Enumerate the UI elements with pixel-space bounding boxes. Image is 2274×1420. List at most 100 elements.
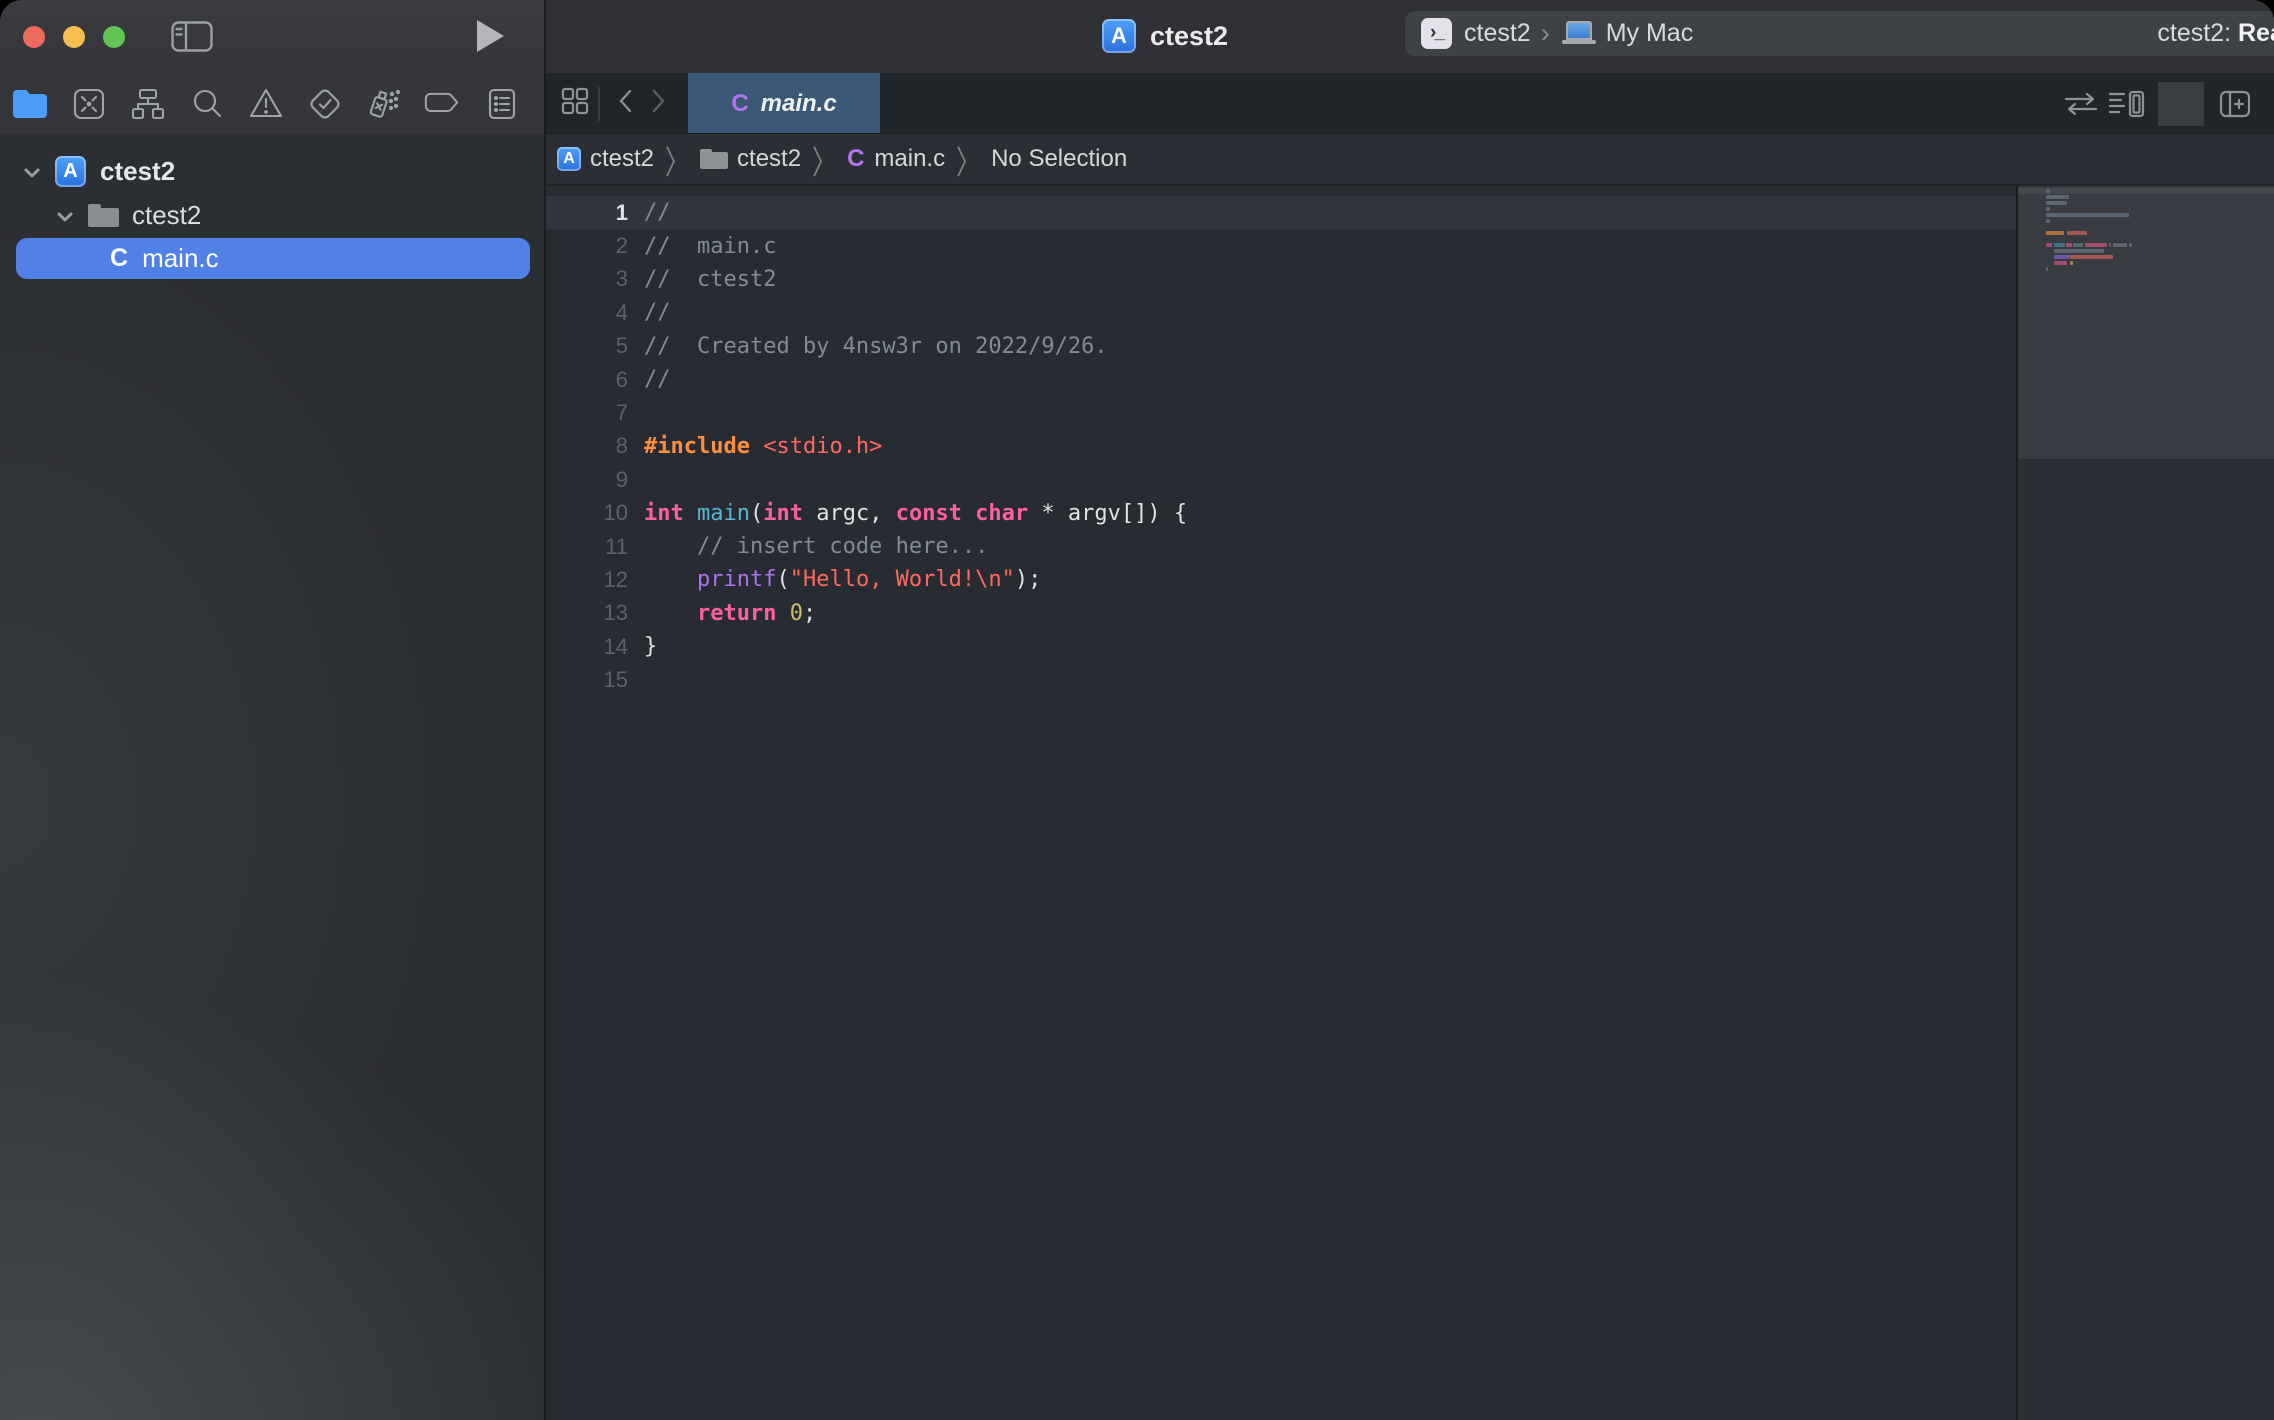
code-text: printf("Hello, World!\n"); [644, 567, 1041, 592]
code-line-1[interactable]: 1 // [546, 196, 2016, 229]
editor-options-icon[interactable] [2104, 82, 2150, 126]
code-text: return 0; [644, 601, 816, 626]
issue-navigator-icon[interactable] [236, 82, 295, 126]
chevron-right-icon: › [1541, 18, 1550, 49]
c-file-icon: C [110, 244, 128, 273]
line-number[interactable]: 8 [546, 433, 628, 459]
line-number[interactable]: 10 [546, 500, 628, 526]
jumpbar-selection[interactable]: No Selection [991, 145, 1127, 173]
scheme-selector[interactable]: ctest2 [1464, 19, 1531, 48]
line-number[interactable]: 12 [546, 567, 628, 593]
scheme-and-status-bar: ›_ ctest2 › My Mac ctest2: Ready | Today… [1405, 11, 2274, 56]
code-line-2[interactable]: 2 // main.c [546, 229, 2016, 262]
chevron-down-icon[interactable] [55, 200, 75, 231]
code-line-14[interactable]: 14} [546, 630, 2016, 663]
line-number[interactable]: 9 [546, 467, 628, 493]
project-app-icon: A [1102, 19, 1136, 53]
project-navigator-icon[interactable] [0, 82, 59, 126]
forward-icon[interactable] [642, 88, 676, 119]
line-number[interactable]: 6 [546, 367, 628, 393]
jumpbar-group[interactable]: ctest2 [737, 145, 801, 173]
code-text: // insert code here... [644, 534, 988, 559]
code-review-icon[interactable] [2058, 82, 2104, 126]
code-lines: 1 // 2 // main.c 3 // ctest2 4 // 5// Created by… [546, 196, 2016, 697]
code-line-8[interactable]: 8 #include <stdio.h> [546, 430, 2016, 463]
status-state: Ready [2238, 19, 2274, 47]
divider [2158, 82, 2204, 126]
jumpbar-file[interactable]: main.c [874, 145, 945, 173]
code-line-3[interactable]: 3 // ctest2 [546, 263, 2016, 296]
line-number[interactable]: 11 [546, 534, 628, 560]
code-line-5[interactable]: 5// Created by 4nsw3r on 2022/9/26. [546, 330, 2016, 363]
line-number[interactable]: 1 [546, 200, 628, 226]
code-line-4[interactable]: 4 // [546, 296, 2016, 329]
tree-item-label: ctest2 [132, 200, 201, 231]
xcode-window: A ctest2 ›_ ctest2 › My Mac ctest2: Read… [0, 0, 2274, 1420]
debug-navigator-icon[interactable] [354, 82, 413, 126]
code-line-15[interactable]: 15 [546, 663, 2016, 696]
back-icon[interactable] [608, 88, 642, 119]
close-button[interactable] [23, 26, 45, 48]
tab-bar: C main.c [546, 73, 2274, 134]
code-text: // [644, 200, 671, 225]
code-line-10[interactable]: 10 int main(int argc, const char * argv[]… [546, 497, 2016, 530]
chevron-right-icon: 〉 [812, 135, 836, 182]
code-text: #include <stdio.h> [644, 434, 882, 459]
tree-item-label: main.c [142, 243, 219, 274]
related-items-icon[interactable] [560, 86, 590, 121]
minimap-code-thumbnail [2046, 188, 2266, 278]
line-number[interactable]: 13 [546, 600, 628, 626]
code-line-13[interactable]: 13 return 0; [546, 597, 2016, 630]
code-line-7[interactable]: 7 [546, 396, 2016, 429]
code-text: int main(int argc, const char * argv[]) … [644, 501, 1187, 526]
terminal-app-icon: ›_ [1421, 18, 1452, 49]
project-navigator: A ctest2 ctest2 C main.c [0, 134, 544, 1420]
navigator-bar [0, 73, 544, 135]
symbol-navigator-icon[interactable] [118, 82, 177, 126]
line-number[interactable]: 5 [546, 333, 628, 359]
window-title: ctest2 [1150, 21, 1228, 52]
code-line-12[interactable]: 12 printf("Hello, World!\n"); [546, 563, 2016, 596]
minimap-row-15 [2046, 272, 2266, 278]
code-line-6[interactable]: 6 // [546, 363, 2016, 396]
line-number[interactable]: 7 [546, 400, 628, 426]
divider [598, 87, 600, 121]
line-number[interactable]: 4 [546, 300, 628, 326]
zoom-button[interactable] [103, 26, 125, 48]
code-line-9[interactable]: 9 [546, 463, 2016, 496]
destination-selector[interactable]: My Mac [1606, 19, 1694, 48]
code-line-11[interactable]: 11 // insert code here... [546, 530, 2016, 563]
jumpbar-project[interactable]: ctest2 [590, 145, 654, 173]
chevron-right-icon: 〉 [665, 135, 689, 182]
c-file-icon: C [847, 145, 864, 173]
report-navigator-icon[interactable] [472, 82, 531, 126]
code-text: // ctest2 [644, 267, 776, 292]
test-navigator-icon[interactable] [295, 82, 354, 126]
line-number[interactable]: 2 [546, 233, 628, 259]
add-editor-icon[interactable] [2212, 82, 2258, 126]
minimap[interactable] [2018, 186, 2274, 1420]
code-editor[interactable]: 1 // 2 // main.c 3 // ctest2 4 // 5// Created by… [546, 186, 2016, 1420]
find-navigator-icon[interactable] [177, 82, 236, 126]
run-button[interactable] [477, 20, 504, 52]
tab-main-c[interactable]: C main.c [688, 73, 880, 134]
code-text: // [644, 367, 671, 392]
chevron-down-icon[interactable] [22, 156, 42, 187]
line-number[interactable]: 14 [546, 634, 628, 660]
minimize-button[interactable] [63, 26, 85, 48]
code-text: // main.c [644, 234, 776, 259]
breakpoint-navigator-icon[interactable] [413, 82, 472, 126]
tree-item-main-c-selected[interactable]: C main.c [16, 238, 530, 279]
tree-item-label: ctest2 [100, 156, 175, 187]
chevron-right-icon: 〉 [956, 135, 980, 182]
titlebar-right: A ctest2 ›_ ctest2 › My Mac ctest2: Read… [546, 0, 2274, 74]
code-text: } [644, 634, 657, 659]
sidebar-toggle-icon[interactable] [171, 21, 213, 52]
source-control-navigator-icon[interactable] [59, 82, 118, 126]
tree-item-folder[interactable]: ctest2 [0, 195, 201, 236]
line-number[interactable]: 15 [546, 667, 628, 693]
tree-item-project[interactable]: A ctest2 [0, 151, 175, 192]
sidebar-divider[interactable] [544, 0, 546, 1420]
code-text: // [644, 300, 671, 325]
line-number[interactable]: 3 [546, 266, 628, 292]
